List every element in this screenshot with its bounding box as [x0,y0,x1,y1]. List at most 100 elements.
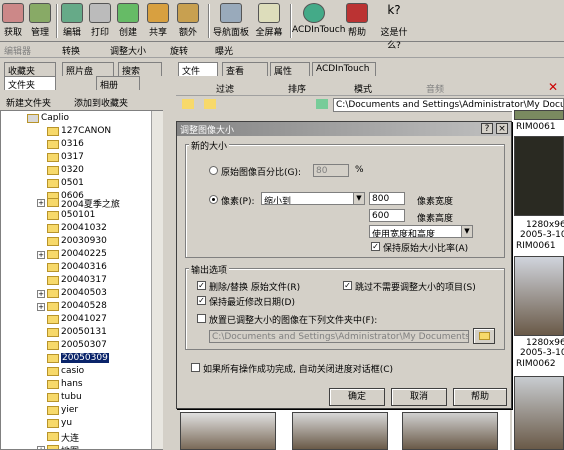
percent-radio[interactable] [209,166,218,175]
cancel-button[interactable]: 取消 [391,388,447,406]
label: 文件夹 [8,81,36,91]
tab-search[interactable]: 搜索 [118,62,162,77]
keep-date-checkbox[interactable]: ✓ [197,296,206,305]
percent-input[interactable]: 80 [313,164,349,177]
tree-label: 20040317 [61,275,107,285]
label: 相册 [100,81,119,91]
help-button[interactable]: 帮助 [344,2,370,40]
extra-button[interactable]: 额外 [176,2,200,40]
convert-button[interactable]: 转换 [62,44,80,57]
share-button[interactable]: 共享 [146,2,170,40]
auto-close-checkbox[interactable] [191,363,200,372]
folder-icon [47,432,59,441]
label: 编辑 [62,28,81,38]
expand-toggle[interactable]: + [37,303,45,311]
width-input[interactable]: 800 [369,192,405,205]
tab-files[interactable]: 文件 [178,62,218,77]
thumbnail[interactable] [180,412,276,450]
bottom-thumbnail-row [180,410,510,450]
tab-favorites[interactable]: 收藏夹 [4,62,56,77]
acdintouch-button[interactable]: ACDInTouch [292,2,345,40]
expand-toggle[interactable]: + [37,446,45,449]
folder-icon [47,250,59,259]
mode-button[interactable]: 模式 [354,82,372,95]
exposure-button[interactable]: 曝光 [215,44,233,57]
tree-label: 20041027 [61,314,107,324]
whats-this-icon: k? [383,3,405,23]
pixel-radio[interactable] [209,195,218,204]
fit-mode-select[interactable]: 使用宽度和高度 ▼ [369,225,473,238]
keep-date-label: 保持最近修改日期(D) [209,298,295,308]
folder-icon [47,198,59,207]
delete-replace-checkbox[interactable]: ✓ [197,281,206,290]
thumbnail[interactable] [514,376,564,450]
share-icon [147,3,169,23]
resize-button[interactable]: 调整大小 [110,44,146,57]
folder-icon [47,393,59,402]
thumbnail[interactable] [514,110,564,120]
keep-ratio-checkbox[interactable]: ✓ [371,242,380,251]
width-label: 像素宽度 [417,197,454,207]
filter-button[interactable]: 过滤 [216,82,234,95]
label: 文件 [182,67,201,77]
tab-photo-disc[interactable]: 照片盘 [62,62,114,77]
output-folder-input[interactable]: C:\Documents and Settings\Administrator\… [209,330,469,343]
whats-this-button[interactable]: k? 这是什么? [374,2,414,51]
left-actions: 新建文件夹 添加到收藏夹 [2,94,162,109]
thumbnail[interactable] [402,412,498,450]
tab-acdintouch[interactable]: ACDInTouch [312,62,376,76]
nav-panel-button[interactable]: 导航面板 [213,2,249,40]
tab-albums[interactable]: 相册 [96,76,140,91]
create-icon [117,3,139,23]
browse-folder-button[interactable] [473,328,495,344]
expand-toggle[interactable]: + [37,251,45,259]
thumbnail[interactable] [292,412,388,450]
tree-scrollbar[interactable] [151,111,163,449]
refresh-icon[interactable] [316,99,328,109]
fullscreen-button[interactable]: 全屏幕 [253,2,285,40]
audio-button[interactable]: 音频 [426,82,444,95]
editor-button[interactable]: 编辑器 [4,44,31,57]
thumbnail-label: 2005-3-10 [520,230,564,240]
ok-button[interactable]: 确定 [329,388,385,406]
manage-button[interactable]: 管理 [28,2,52,40]
create-button[interactable]: 创建 [116,2,140,40]
print-button[interactable]: 打印 [89,2,111,40]
label: 创建 [118,28,137,38]
tree-label: hans [61,379,83,389]
place-in-folder-checkbox[interactable] [197,314,206,323]
skip-checkbox[interactable]: ✓ [343,281,352,290]
tab-view[interactable]: 查看 [222,62,268,77]
main-toolbar: 获取 管理 编辑 打印 创建 共享 额外 导航面板 全屏幕 ACDInTouch… [0,0,564,51]
tab-folders[interactable]: 文件夹 [4,76,56,91]
tab-properties[interactable]: 属性 [270,62,310,77]
nav-icons [180,98,330,112]
help-dialog-button[interactable]: 帮助 [453,388,507,406]
folder-up-icon[interactable] [204,99,216,109]
pixel-mode-select[interactable]: 缩小到 ▼ [261,192,365,205]
folder-icon [47,179,59,188]
dialog-help-button[interactable]: ? [481,123,493,134]
acquire-button[interactable]: 获取 [2,2,24,40]
thumbnail-label: 1280x960 [526,220,564,230]
sort-button[interactable]: 排序 [288,82,306,95]
expand-toggle[interactable]: + [37,199,45,207]
expand-toggle[interactable]: + [37,290,45,298]
add-to-favorites-button[interactable]: 添加到收藏夹 [74,96,128,109]
height-input[interactable]: 600 [369,209,405,222]
percent-unit: % [355,165,364,175]
extra-icon [177,3,199,23]
rotate-button[interactable]: 旋转 [170,44,188,57]
delete-icon[interactable]: ✕ [548,80,558,94]
edit-icon [61,3,83,23]
thumbnail[interactable] [514,256,564,336]
dialog-close-button[interactable]: × [496,123,508,134]
thumbnail[interactable] [514,136,564,216]
folder-icon[interactable] [182,99,194,109]
folder-icon [47,354,59,363]
edit-button[interactable]: 编辑 [60,2,84,40]
select-value: 缩小到 [264,197,292,205]
tree-label: 20050307 [61,340,107,350]
label: 帮助 [347,28,366,38]
new-folder-button[interactable]: 新建文件夹 [6,96,51,109]
